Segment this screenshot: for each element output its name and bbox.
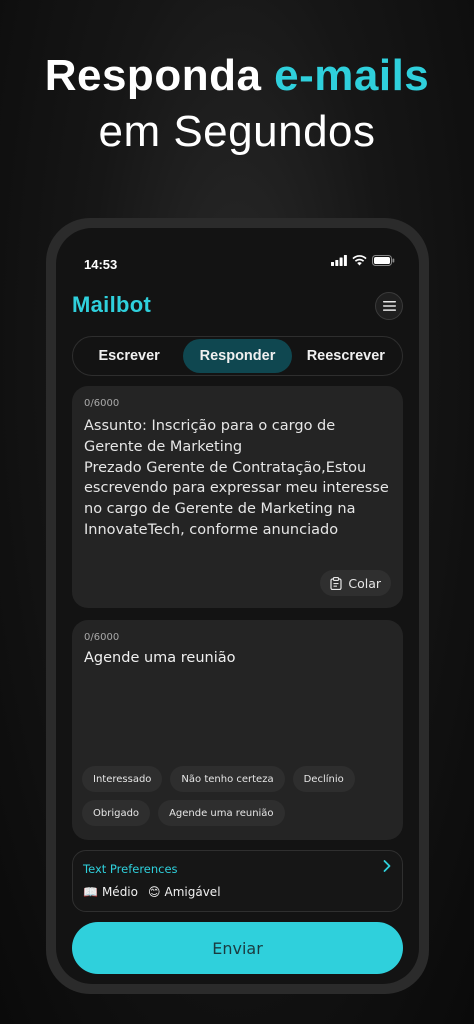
- phone-screen: 14:53 Mailbot Escrever Responder Reescre…: [56, 228, 419, 984]
- headline-line-2: em Segundos: [98, 107, 376, 156]
- chevron-right-icon: [383, 860, 391, 872]
- email-line-2: Prezado Gerente de Contratação,Estou esc…: [84, 459, 389, 538]
- hamburger-menu-icon: [382, 301, 396, 311]
- email-char-counter: 0/6000: [84, 398, 120, 409]
- status-bar: 14:53: [84, 254, 395, 272]
- phone-frame: 14:53 Mailbot Escrever Responder Reescre…: [46, 218, 429, 994]
- smile-icon: 😊: [147, 885, 161, 899]
- chip-agende-reuniao[interactable]: Agende uma reunião: [158, 800, 285, 826]
- prompt-card[interactable]: 0/6000 Agende uma reunião Interessado Nã…: [72, 620, 403, 840]
- paste-button[interactable]: Colar: [320, 570, 391, 596]
- signal-icon: [331, 255, 347, 266]
- paste-label: Colar: [348, 575, 381, 591]
- mode-tabs: Escrever Responder Reescrever: [72, 336, 403, 376]
- book-icon: 📖: [83, 885, 98, 899]
- email-input-text[interactable]: Assunto: Inscrição para o cargo de Geren…: [84, 416, 391, 541]
- prompt-char-counter: 0/6000: [84, 632, 120, 643]
- length-preference: 📖 Médio: [83, 885, 138, 899]
- headline-part-1: Responda: [44, 51, 275, 100]
- wifi-icon: [352, 255, 367, 266]
- preference-values: 📖 Médio 😊 Amigável: [83, 885, 221, 899]
- tab-responder[interactable]: Responder: [183, 339, 292, 373]
- prompt-input-text[interactable]: Agende uma reunião: [84, 650, 236, 666]
- send-button[interactable]: Enviar: [72, 922, 403, 974]
- app-header: Mailbot: [72, 288, 403, 322]
- chip-nao-tenho-certeza[interactable]: Não tenho certeza: [170, 766, 285, 792]
- chip-obrigado[interactable]: Obrigado: [82, 800, 151, 826]
- text-preferences[interactable]: Text Preferences 📖 Médio 😊 Amigável: [72, 850, 403, 912]
- email-input-card[interactable]: 0/6000 Assunto: Inscrição para o cargo d…: [72, 386, 403, 608]
- preferences-title: Text Preferences: [83, 862, 178, 876]
- tab-escrever[interactable]: Escrever: [75, 339, 183, 373]
- menu-button[interactable]: [375, 292, 403, 320]
- headline-accent: e-mails: [274, 51, 430, 100]
- battery-icon: [372, 255, 395, 266]
- email-line-1: Assunto: Inscrição para o cargo de Geren…: [84, 418, 336, 455]
- quick-reply-chips: Interessado Não tenho certeza Declínio O…: [82, 766, 393, 826]
- chip-interessado[interactable]: Interessado: [82, 766, 163, 792]
- tone-preference: 😊 Amigável: [148, 885, 221, 899]
- tab-reescrever[interactable]: Reescrever: [292, 339, 400, 373]
- headline-line-1: Responda e-mails: [0, 48, 474, 104]
- app-logo: Mailbot: [72, 292, 152, 317]
- status-icons: [331, 255, 395, 266]
- chip-declinio[interactable]: Declínio: [292, 766, 355, 792]
- headline: Responda e-mails em Segundos: [0, 48, 474, 160]
- status-time: 14:53: [84, 257, 118, 272]
- tone-label: Amigável: [164, 885, 221, 899]
- clipboard-icon: [330, 576, 342, 590]
- length-label: Médio: [101, 885, 138, 899]
